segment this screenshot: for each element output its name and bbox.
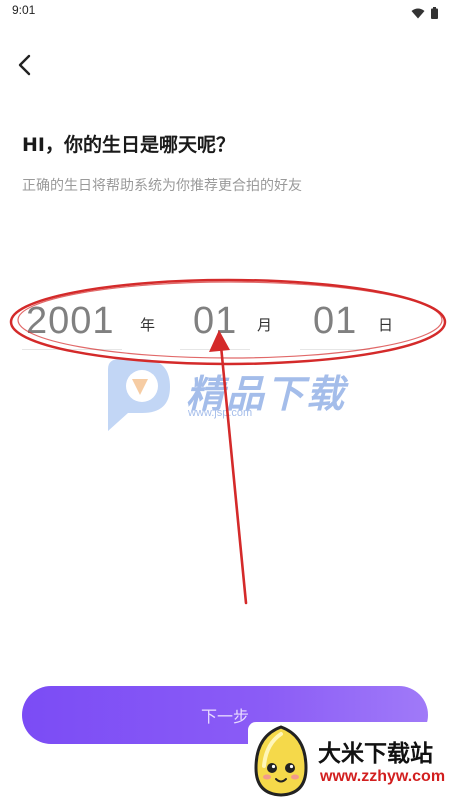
site-name: 大米下载站 (318, 741, 433, 767)
next-step-label: 下一步 (200, 707, 249, 726)
chevron-left-icon (17, 54, 33, 80)
annotation-overlay (9, 278, 447, 605)
month-wheel[interactable]: 01 (193, 300, 237, 343)
day-wheel[interactable]: 01 (313, 300, 357, 343)
site-url: www.zzhyw.com (320, 768, 446, 785)
day-wheel-divider (300, 349, 370, 350)
day-unit-label: 日 (378, 316, 394, 334)
watermark: 精品下载 www.jsp.com (98, 355, 368, 445)
back-button[interactable] (10, 52, 40, 82)
month-unit-label: 月 (257, 316, 273, 334)
watermark-url: www.jsp.com (188, 407, 253, 419)
site-badge: 大米下载站 www.zzhyw.com (248, 722, 450, 800)
birthday-date-picker[interactable]: 2001 年 01 月 01 日 (0, 296, 450, 356)
battery-icon (431, 4, 438, 23)
wifi-icon (411, 4, 425, 23)
year-unit-label: 年 (140, 316, 156, 334)
watermark-text: 精品下载 (186, 372, 347, 416)
month-wheel-divider (180, 349, 250, 350)
year-wheel-divider (22, 349, 122, 350)
rice-mascot-icon (254, 725, 308, 797)
page-subtitle: 正确的生日将帮助系统为你推荐更合拍的好友 (22, 178, 302, 194)
year-wheel[interactable]: 2001 (26, 300, 115, 343)
status-bar: 9:01 (0, 0, 450, 22)
page-title: HI，你的生日是哪天呢？ (22, 134, 235, 156)
annotation-arrow-line (219, 344, 248, 605)
status-time: 9:01 (12, 3, 36, 17)
watermark-logo-icon (108, 359, 170, 431)
status-icons (411, 4, 438, 23)
